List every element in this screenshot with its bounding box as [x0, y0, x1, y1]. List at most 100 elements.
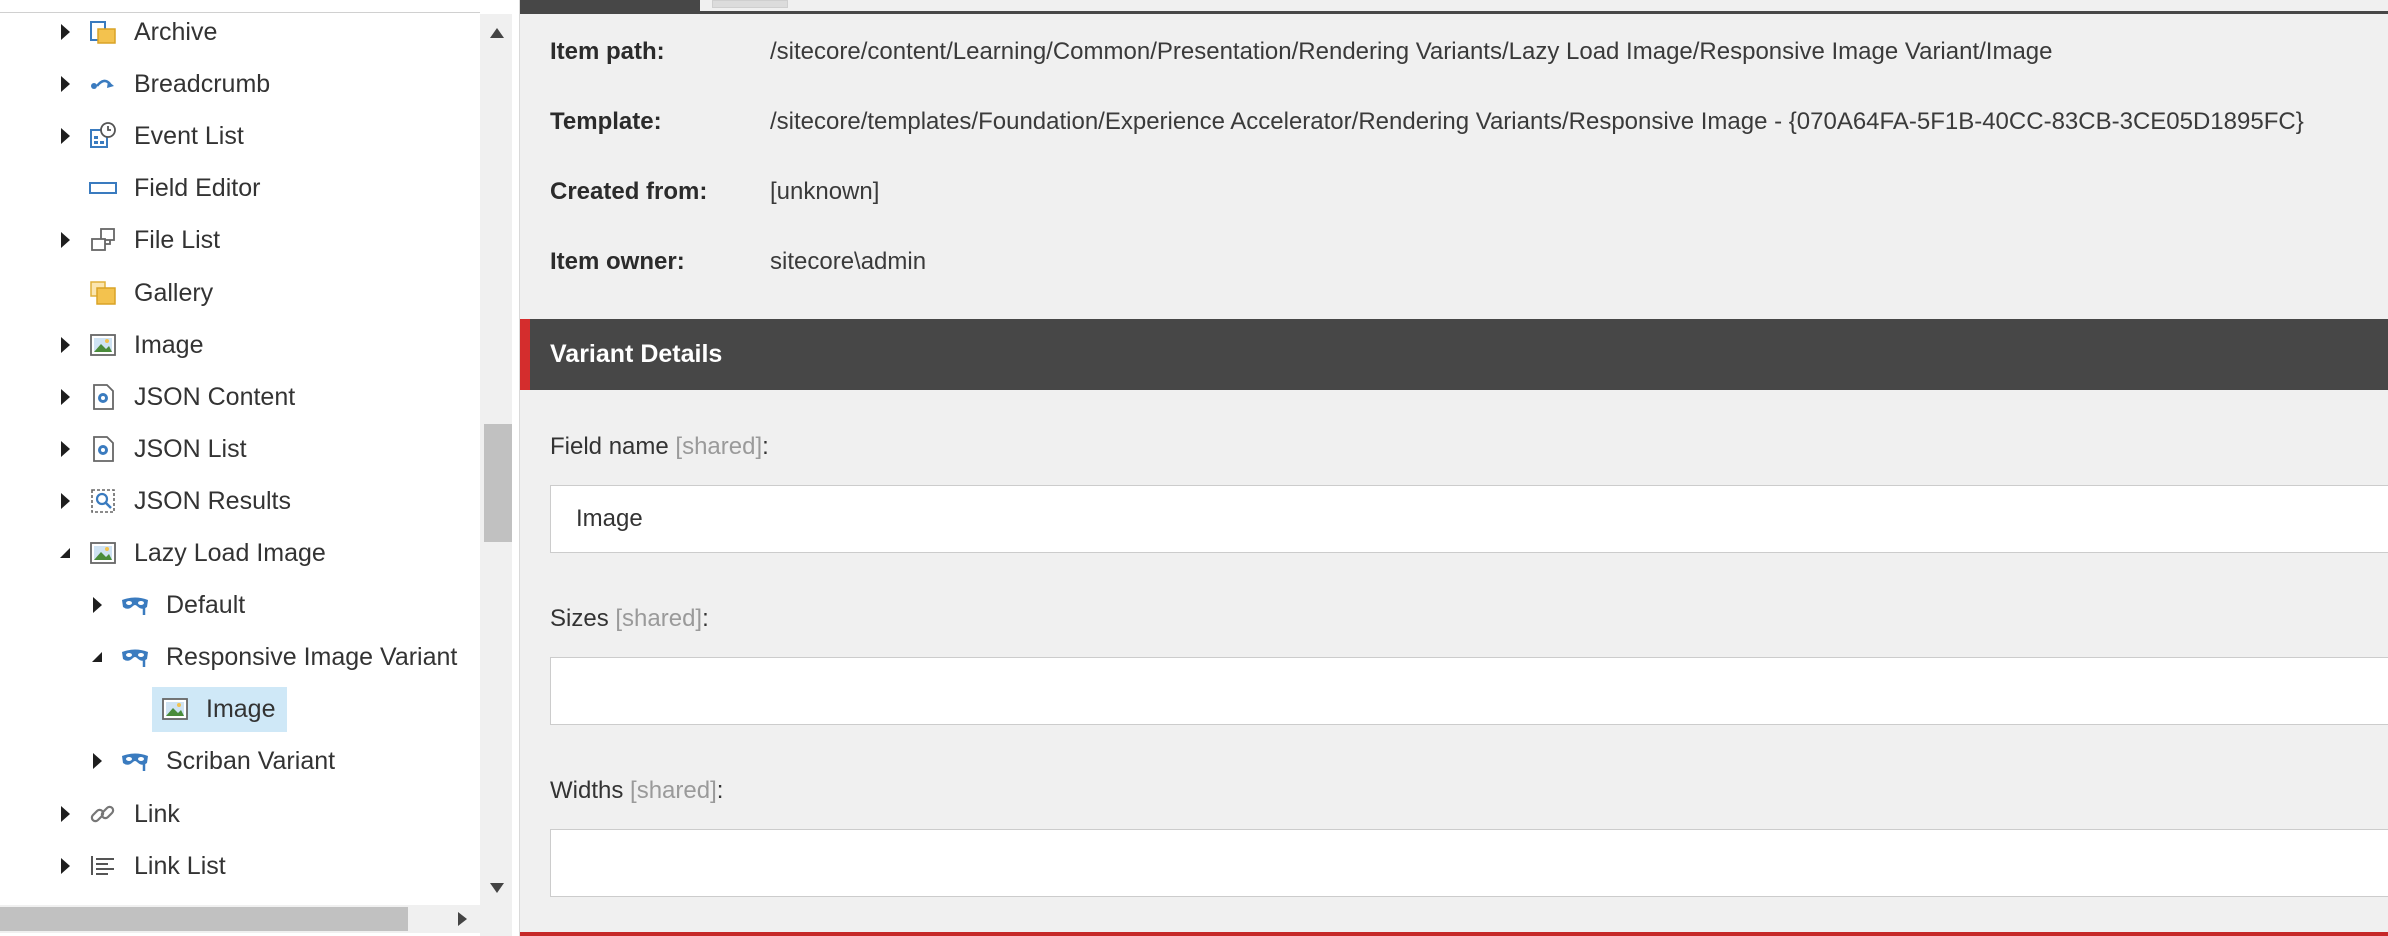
- editor-tab-inactive[interactable]: [712, 0, 788, 8]
- tree-item-link[interactable]: Link: [50, 788, 188, 840]
- tree-item-lazy-load-image[interactable]: Lazy Load Image: [50, 527, 334, 579]
- expand-arrow-icon[interactable]: [50, 851, 80, 881]
- tree-item-label: Scriban Variant: [166, 746, 336, 775]
- tree-item-image[interactable]: Image: [50, 319, 211, 371]
- tree-item-json-list[interactable]: JSON List: [50, 423, 255, 475]
- expand-arrow-icon[interactable]: [82, 746, 112, 776]
- tree-item-breadcrumb[interactable]: Breadcrumb: [50, 58, 278, 110]
- tree-item-content[interactable]: JSON List: [88, 431, 255, 468]
- field-name-input-value: Image: [576, 505, 643, 532]
- tree-item-content[interactable]: Responsive Image Variant: [120, 639, 465, 676]
- template-label: Template:: [550, 108, 662, 135]
- created-from-value: [unknown]: [770, 178, 880, 205]
- tree-item-event-list[interactable]: Event List: [50, 110, 252, 162]
- link-icon: [88, 799, 118, 829]
- tree-item-content[interactable]: JSON Content: [88, 379, 303, 416]
- link-list-icon: [88, 851, 118, 881]
- item-owner-label: Item owner:: [550, 248, 685, 275]
- item-owner-value: sitecore\admin: [770, 248, 927, 275]
- expand-arrow-icon[interactable]: [82, 590, 112, 620]
- tree-item-content[interactable]: Breadcrumb: [88, 66, 278, 103]
- widths-colon: :: [716, 777, 724, 804]
- json-results-icon: [88, 486, 118, 516]
- template-value: /sitecore/templates/Foundation/Experienc…: [770, 108, 2304, 135]
- created-from-label: Created from:: [550, 178, 708, 205]
- tree-item-content[interactable]: Archive: [88, 14, 225, 51]
- tree-item-label: Image: [134, 330, 204, 359]
- tree-item-content[interactable]: Scriban Variant: [120, 743, 343, 780]
- item-path-value: /sitecore/content/Learning/Common/Presen…: [770, 38, 2053, 65]
- tree-item-content[interactable]: Link: [88, 796, 188, 833]
- tree-horizontal-scrollbar[interactable]: [0, 905, 480, 933]
- scroll-up-arrow-icon[interactable]: [490, 28, 504, 38]
- tree-item-content[interactable]: Link List: [88, 848, 234, 885]
- tree-item-content[interactable]: Field Editor: [88, 170, 268, 207]
- tree-item-label: Link: [134, 799, 180, 828]
- image-icon: [88, 538, 118, 568]
- tree-item-gallery[interactable]: Gallery: [50, 267, 221, 319]
- tree-item-content[interactable]: Image: [152, 686, 288, 732]
- content-tree-panel: LoggingArchiveBreadcrumbEvent ListField …: [0, 0, 520, 936]
- collapse-arrow-icon[interactable]: [50, 538, 80, 568]
- item-owner-row: Item owner: sitecore\admin: [550, 248, 926, 276]
- scroll-down-arrow-icon[interactable]: [490, 883, 504, 893]
- archive-folder-icon: [88, 17, 118, 47]
- expand-arrow-icon[interactable]: [50, 382, 80, 412]
- field-name-shared-tag: [shared]: [675, 433, 763, 460]
- sizes-label-text: Sizes: [550, 605, 609, 632]
- tree-item-file-list[interactable]: File List: [50, 214, 228, 266]
- tree-item-json-results[interactable]: JSON Results: [50, 475, 299, 527]
- tree-item-content[interactable]: Image: [88, 327, 211, 364]
- editor-tab-active[interactable]: [520, 0, 700, 14]
- tree-item-archive[interactable]: Archive: [50, 6, 225, 58]
- section-title: Variant Details: [550, 340, 723, 368]
- tree-horizontal-scroll-thumb[interactable]: [0, 907, 408, 931]
- field-editor-icon: [88, 173, 118, 203]
- sizes-label: Sizes [shared]:: [550, 605, 709, 633]
- bottom-accent-line: [520, 932, 2388, 936]
- editor-tab-strip: [520, 0, 2388, 14]
- tree-item-content[interactable]: Lazy Load Image: [88, 535, 334, 572]
- tree-item-label: Event List: [134, 121, 244, 150]
- field-name-input[interactable]: Image: [550, 485, 2388, 553]
- widths-input[interactable]: [550, 829, 2388, 897]
- template-row: Template: /sitecore/templates/Foundation…: [550, 108, 2304, 136]
- widths-label-text: Widths: [550, 777, 624, 804]
- tree-vertical-scrollbar[interactable]: [480, 14, 512, 905]
- toggle-spacer: [114, 694, 144, 724]
- collapse-arrow-icon[interactable]: [82, 642, 112, 672]
- tree-item-scriban-variant[interactable]: Scriban Variant: [82, 735, 343, 787]
- mask-icon: [120, 642, 150, 672]
- tree-item-responsive-image-variant[interactable]: Responsive Image Variant: [82, 631, 465, 683]
- sizes-input[interactable]: [550, 657, 2388, 725]
- tree-item-json-content[interactable]: JSON Content: [50, 371, 303, 423]
- tree-item-content[interactable]: Event List: [88, 118, 252, 155]
- tree-item-default[interactable]: Default: [82, 579, 253, 631]
- tree-item-content[interactable]: Default: [120, 587, 253, 624]
- expand-arrow-icon[interactable]: [50, 434, 80, 464]
- tree-item-content[interactable]: Gallery: [88, 275, 221, 312]
- scroll-right-arrow-icon[interactable]: [458, 912, 467, 926]
- expand-arrow-icon[interactable]: [50, 486, 80, 516]
- tree-item-label: Breadcrumb: [134, 69, 271, 98]
- expand-arrow-icon[interactable]: [50, 17, 80, 47]
- expand-arrow-icon[interactable]: [50, 69, 80, 99]
- file-list-icon: [88, 225, 118, 255]
- expand-arrow-icon[interactable]: [50, 225, 80, 255]
- widths-label: Widths [shared]:: [550, 777, 723, 805]
- tree-item-image[interactable]: Image: [114, 683, 288, 735]
- toggle-spacer: [50, 173, 80, 203]
- expand-arrow-icon[interactable]: [50, 799, 80, 829]
- created-from-row: Created from: [unknown]: [550, 178, 879, 206]
- tree-item-label: Archive: [134, 17, 218, 46]
- mask-icon: [120, 590, 150, 620]
- tree-item-link-list[interactable]: Link List: [50, 840, 234, 892]
- item-path-row: Item path: /sitecore/content/Learning/Co…: [550, 38, 2053, 66]
- tree-item-content[interactable]: JSON Results: [88, 483, 299, 520]
- tree-vertical-scroll-thumb[interactable]: [484, 424, 512, 542]
- tree-item-field-editor[interactable]: Field Editor: [50, 162, 268, 214]
- tree-item-content[interactable]: File List: [88, 222, 228, 259]
- expand-arrow-icon[interactable]: [50, 121, 80, 151]
- variant-details-section-header[interactable]: Variant Details: [520, 319, 2388, 390]
- expand-arrow-icon[interactable]: [50, 330, 80, 360]
